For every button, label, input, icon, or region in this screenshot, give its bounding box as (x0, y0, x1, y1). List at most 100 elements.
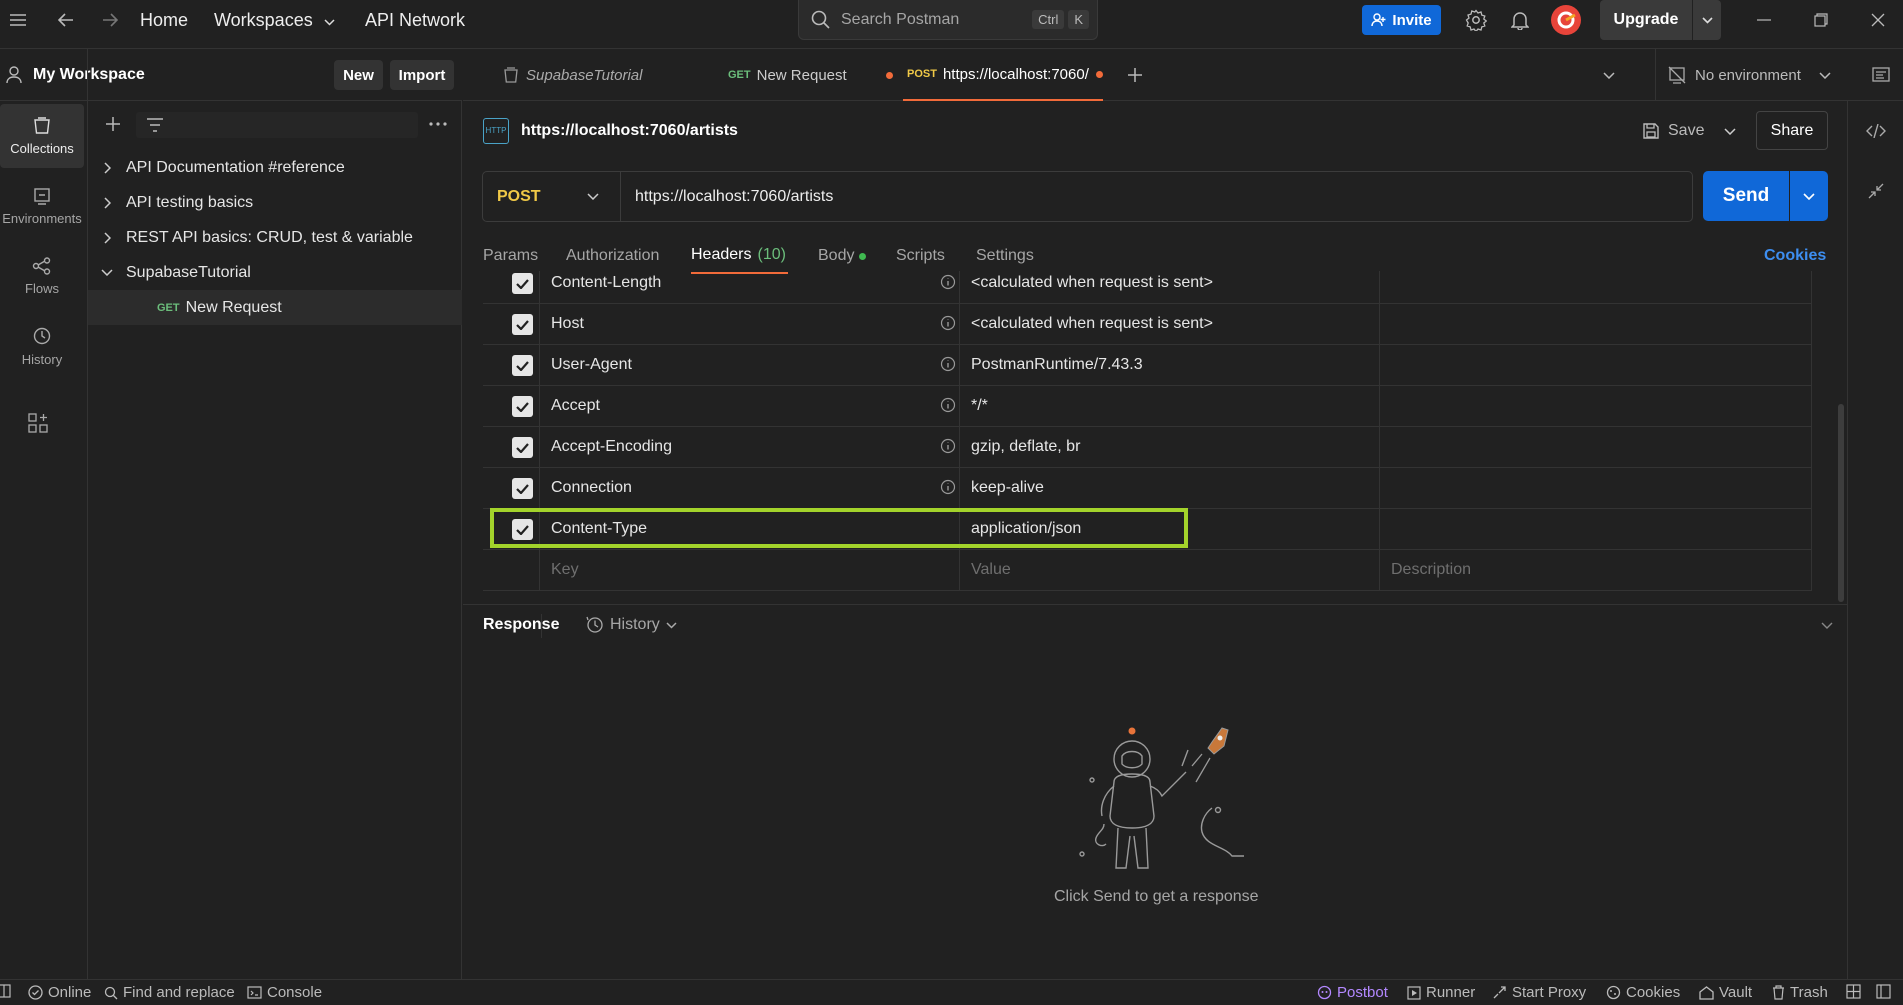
header-enabled-checkbox[interactable] (512, 314, 533, 335)
forward-arrow-icon[interactable] (98, 10, 122, 30)
response-history-dropdown[interactable]: History (586, 616, 677, 634)
trash[interactable]: Trash (1772, 984, 1828, 1001)
new-button[interactable]: New (334, 60, 383, 90)
header-key[interactable]: Accept-Encoding (551, 438, 672, 456)
save-button[interactable]: Save (1642, 117, 1704, 145)
close-window-icon[interactable] (1866, 8, 1890, 32)
tab-supabase-tutorial[interactable]: SupabaseTutorial (503, 49, 663, 101)
tab-body[interactable]: Body (818, 238, 867, 274)
more-options-icon[interactable] (426, 113, 450, 135)
tab-params[interactable]: Params (483, 238, 538, 274)
collection-item[interactable]: SupabaseTutorial (88, 255, 462, 290)
description-placeholder[interactable]: Description (1391, 561, 1471, 579)
header-value[interactable]: <calculated when request is sent> (971, 274, 1213, 292)
info-icon[interactable] (940, 438, 956, 454)
environment-selector[interactable]: No environment (1655, 49, 1841, 101)
invite-button[interactable]: Invite (1362, 5, 1441, 35)
header-value[interactable]: PostmanRuntime/7.43.3 (971, 356, 1143, 374)
tab-authorization[interactable]: Authorization (566, 238, 659, 274)
rail-collections[interactable]: Collections (0, 104, 84, 168)
api-network-link[interactable]: API Network (365, 10, 465, 31)
header-enabled-checkbox[interactable] (512, 437, 533, 458)
send-button[interactable]: Send (1703, 171, 1789, 221)
restore-window-icon[interactable] (1809, 8, 1833, 32)
configure-workbench-icon[interactable] (26, 411, 50, 435)
save-dropdown-chevron-icon[interactable] (1719, 119, 1741, 143)
back-arrow-icon[interactable] (54, 10, 78, 30)
upgrade-button[interactable]: Upgrade (1600, 0, 1692, 40)
value-placeholder[interactable]: Value (971, 561, 1011, 579)
url-input[interactable]: https://localhost:7060/artists (621, 188, 833, 206)
collapse-response-chevron-icon[interactable] (1816, 614, 1838, 636)
online-status[interactable]: Online (28, 984, 91, 1001)
upgrade-dropdown[interactable] (1693, 0, 1721, 40)
share-button[interactable]: Share (1756, 111, 1828, 150)
cookies-status[interactable]: Cookies (1606, 984, 1680, 1001)
collection-item[interactable]: API testing basics (88, 185, 462, 220)
hamburger-menu-icon[interactable] (6, 10, 30, 30)
scrollbar[interactable] (1838, 404, 1844, 602)
request-title-text[interactable]: https://localhost:7060/artists (521, 122, 738, 140)
home-link[interactable]: Home (140, 10, 188, 31)
collapse-panel-icon[interactable] (1864, 179, 1888, 203)
rail-history[interactable]: History (0, 314, 84, 378)
header-value[interactable]: keep-alive (971, 479, 1044, 497)
header-enabled-checkbox[interactable] (512, 273, 533, 294)
info-icon[interactable] (940, 315, 956, 331)
header-key[interactable]: Content-Length (551, 274, 661, 292)
header-key[interactable]: Host (551, 315, 584, 333)
help-icon[interactable] (1876, 984, 1891, 999)
tab-headers[interactable]: Headers (10) (691, 238, 788, 274)
tab-new-request[interactable]: GET New Request (728, 49, 893, 101)
minimize-window-icon[interactable] (1752, 8, 1776, 32)
save-label: Save (1668, 122, 1705, 139)
search-bar[interactable]: Search Postman Ctrl K (798, 0, 1098, 40)
tab-settings[interactable]: Settings (976, 238, 1034, 274)
start-proxy[interactable]: Start Proxy (1492, 984, 1586, 1001)
header-value[interactable]: <calculated when request is sent> (971, 315, 1213, 333)
toggle-sidebar-icon[interactable] (0, 984, 12, 998)
chevron-down-icon (587, 193, 599, 200)
find-replace[interactable]: Find and replace (104, 984, 235, 1001)
avatar[interactable] (1551, 5, 1581, 35)
environment-quick-look-icon[interactable] (1869, 63, 1893, 87)
postbot[interactable]: Postbot (1317, 984, 1388, 1001)
collection-item[interactable]: API Documentation #reference (88, 150, 462, 185)
workspaces-menu[interactable]: Workspaces (214, 10, 335, 31)
collection-item[interactable]: REST API basics: CRUD, test & variable (88, 220, 462, 255)
header-enabled-checkbox[interactable] (512, 355, 533, 376)
tab-scripts[interactable]: Scripts (896, 238, 945, 274)
header-enabled-checkbox[interactable] (512, 478, 533, 499)
header-key[interactable]: User-Agent (551, 356, 632, 374)
request-item[interactable]: GET New Request (88, 290, 462, 325)
notifications-bell-icon[interactable] (1507, 8, 1533, 32)
rail-flows[interactable]: Flows (0, 244, 84, 308)
header-enabled-checkbox[interactable] (512, 396, 533, 417)
vault[interactable]: Vault (1699, 984, 1752, 1001)
header-value[interactable]: */* (971, 397, 988, 415)
info-icon[interactable] (940, 397, 956, 413)
method-select[interactable]: POST (483, 172, 621, 221)
filter-input[interactable] (136, 112, 418, 138)
settings-gear-icon[interactable] (1463, 8, 1489, 32)
key-placeholder[interactable]: Key (551, 561, 579, 579)
info-icon[interactable] (940, 356, 956, 372)
info-icon[interactable] (940, 274, 956, 290)
send-dropdown[interactable] (1790, 171, 1828, 221)
runner[interactable]: Runner (1407, 984, 1475, 1001)
header-key[interactable]: Connection (551, 479, 632, 497)
add-collection-plus-icon[interactable] (102, 113, 124, 135)
tab-post-artists[interactable]: POST https://localhost:7060/ (903, 49, 1103, 101)
info-icon[interactable] (940, 479, 956, 495)
tabs-overflow-chevron-icon[interactable] (1597, 63, 1621, 87)
header-value[interactable]: gzip, deflate, br (971, 438, 1080, 456)
console[interactable]: Console (247, 984, 322, 1001)
layout-grid-icon[interactable] (1846, 984, 1861, 999)
cookies-link[interactable]: Cookies (1764, 238, 1826, 274)
new-tab-plus-icon[interactable] (1123, 63, 1147, 87)
header-key[interactable]: Accept (551, 397, 600, 415)
response-divider[interactable] (463, 604, 1847, 605)
code-snippet-icon[interactable] (1864, 119, 1888, 143)
rail-environments[interactable]: Environments (0, 174, 84, 238)
import-button[interactable]: Import (390, 60, 454, 90)
